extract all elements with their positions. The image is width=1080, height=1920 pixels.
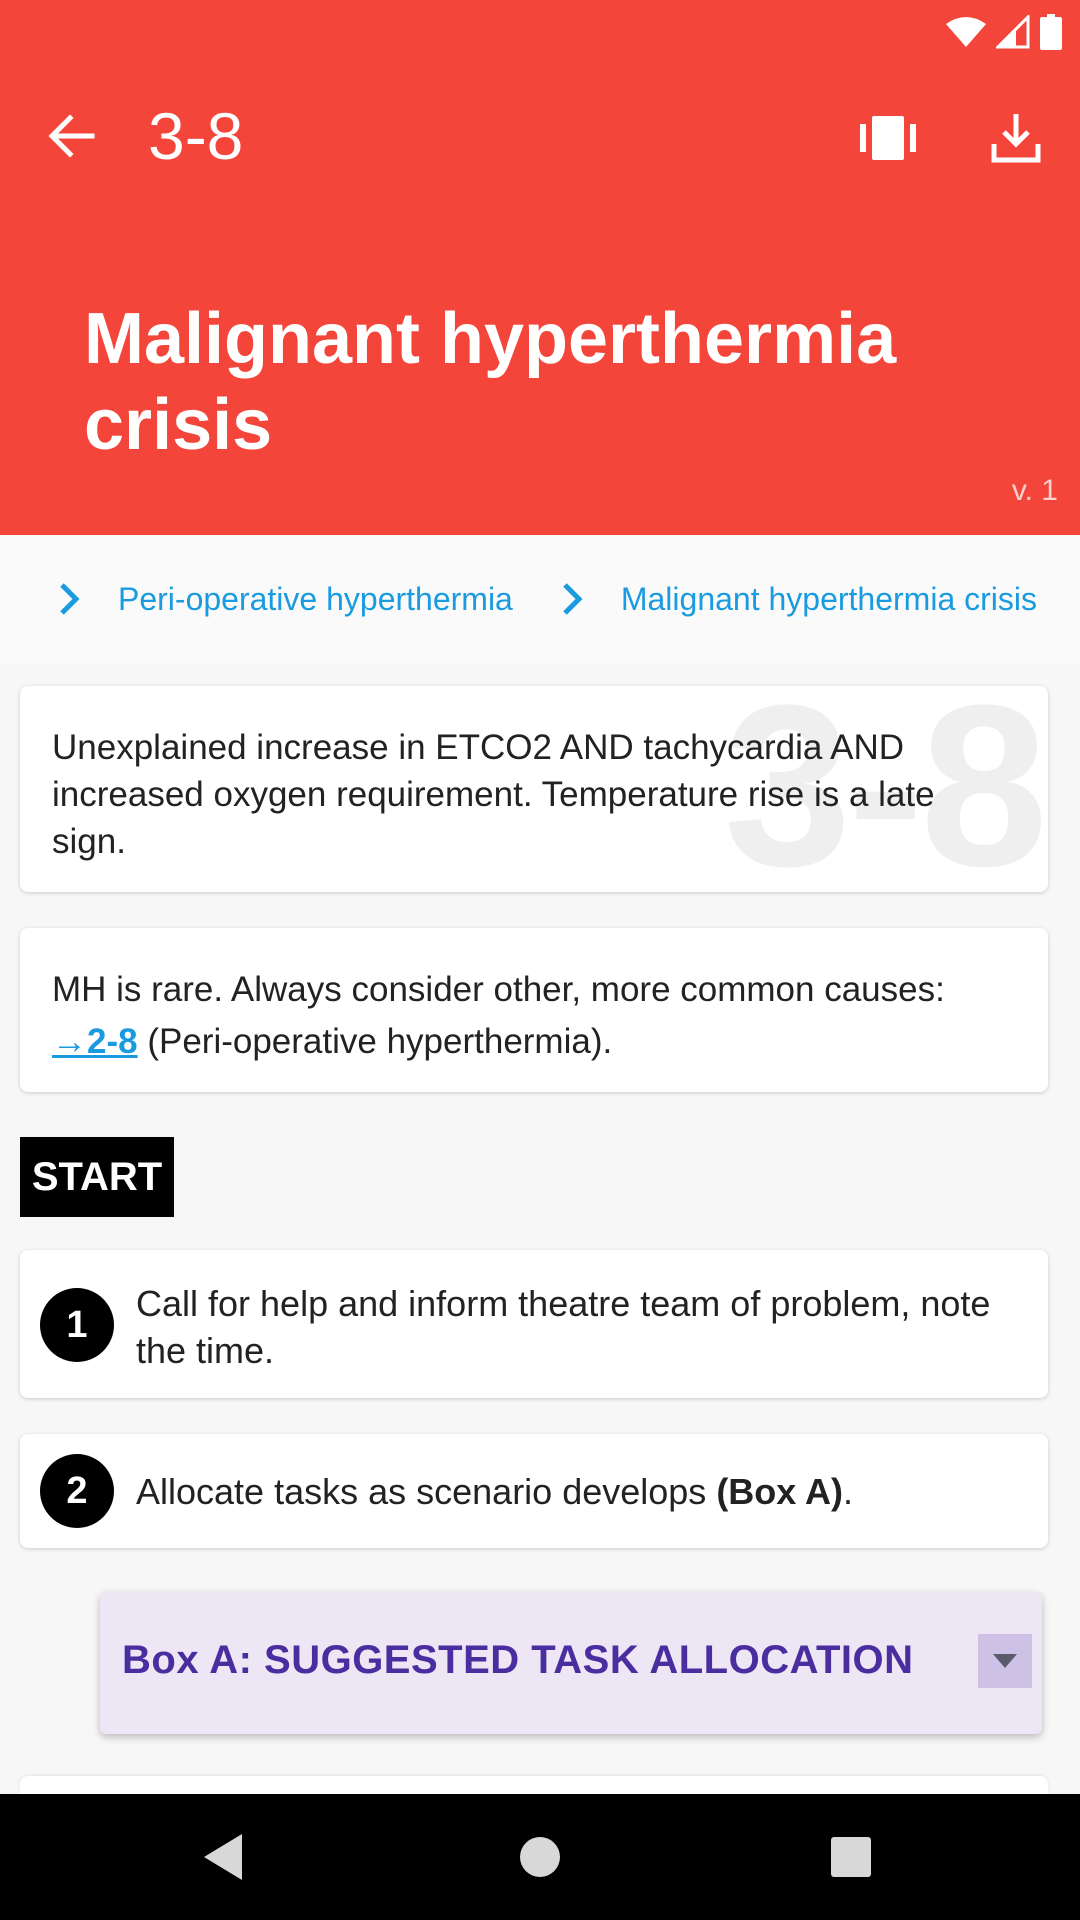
view-carousel-icon[interactable] <box>858 108 918 168</box>
breadcrumb: Peri-operative hyperthermia Malignant hy… <box>0 535 1080 663</box>
step-text: Call for help and inform theatre team of… <box>136 1283 991 1371</box>
chevron-right-icon <box>60 583 80 615</box>
box-a-reference: (Box A) <box>716 1471 843 1512</box>
version-label: v. 1 <box>1011 474 1058 507</box>
status-bar <box>946 12 1062 52</box>
summary-text: Unexplained increase in ETCO2 AND tachyc… <box>52 728 935 861</box>
download-icon[interactable] <box>986 108 1046 168</box>
cell-signal-icon <box>996 15 1030 49</box>
back-arrow-icon[interactable] <box>44 108 100 164</box>
page-title: Malignant hyperthermia crisis <box>84 299 897 465</box>
recents-square-icon[interactable] <box>818 1824 884 1890</box>
crossref-link-2-8[interactable]: →2-8 <box>52 1022 138 1061</box>
step-text-suffix: . <box>842 1471 853 1512</box>
breadcrumb-item-malignant[interactable]: Malignant hyperthermia crisis <box>621 581 1037 618</box>
box-a-panel[interactable]: Box A: SUGGESTED TASK ALLOCATION <box>100 1592 1042 1734</box>
protocol-code: 3-8 <box>148 99 244 173</box>
header: 3-8 Malignant hyperthermia crisis v. 1 <box>0 0 1080 535</box>
home-circle-icon[interactable] <box>507 1824 573 1890</box>
step-card-2: 2 Allocate tasks as scenario develops (B… <box>20 1434 1048 1548</box>
step-card-1: 1 Call for help and inform theatre team … <box>20 1250 1048 1398</box>
caret-down-icon <box>993 1654 1017 1668</box>
chevron-right-icon <box>563 583 583 615</box>
start-label: START <box>20 1137 174 1217</box>
box-a-title: Box A: SUGGESTED TASK ALLOCATION <box>122 1638 914 1682</box>
step-number-badge: 2 <box>40 1454 114 1528</box>
expand-toggle[interactable] <box>978 1634 1032 1688</box>
step-number-badge: 1 <box>40 1288 114 1362</box>
summary-card: 3-8 Unexplained increase in ETCO2 AND ta… <box>20 686 1048 892</box>
note-text: MH is rare. Always consider other, more … <box>52 964 1016 1068</box>
back-triangle-icon[interactable] <box>190 1824 256 1890</box>
wifi-icon <box>946 17 986 47</box>
battery-icon <box>1040 14 1062 50</box>
system-navigation-bar <box>0 1794 1080 1920</box>
note-text-suffix: (Peri-operative hyperthermia). <box>137 1022 613 1061</box>
breadcrumb-item-peri-operative[interactable]: Peri-operative hyperthermia <box>118 581 513 618</box>
note-text-prefix: MH is rare. Always consider other, more … <box>52 970 945 1009</box>
note-card: MH is rare. Always consider other, more … <box>20 928 1048 1092</box>
toolbar: 3-8 <box>0 90 1080 180</box>
step-text: Allocate tasks as scenario develops (Box… <box>136 1468 1018 1515</box>
step-text-prefix: Allocate tasks as scenario develops <box>136 1471 717 1512</box>
